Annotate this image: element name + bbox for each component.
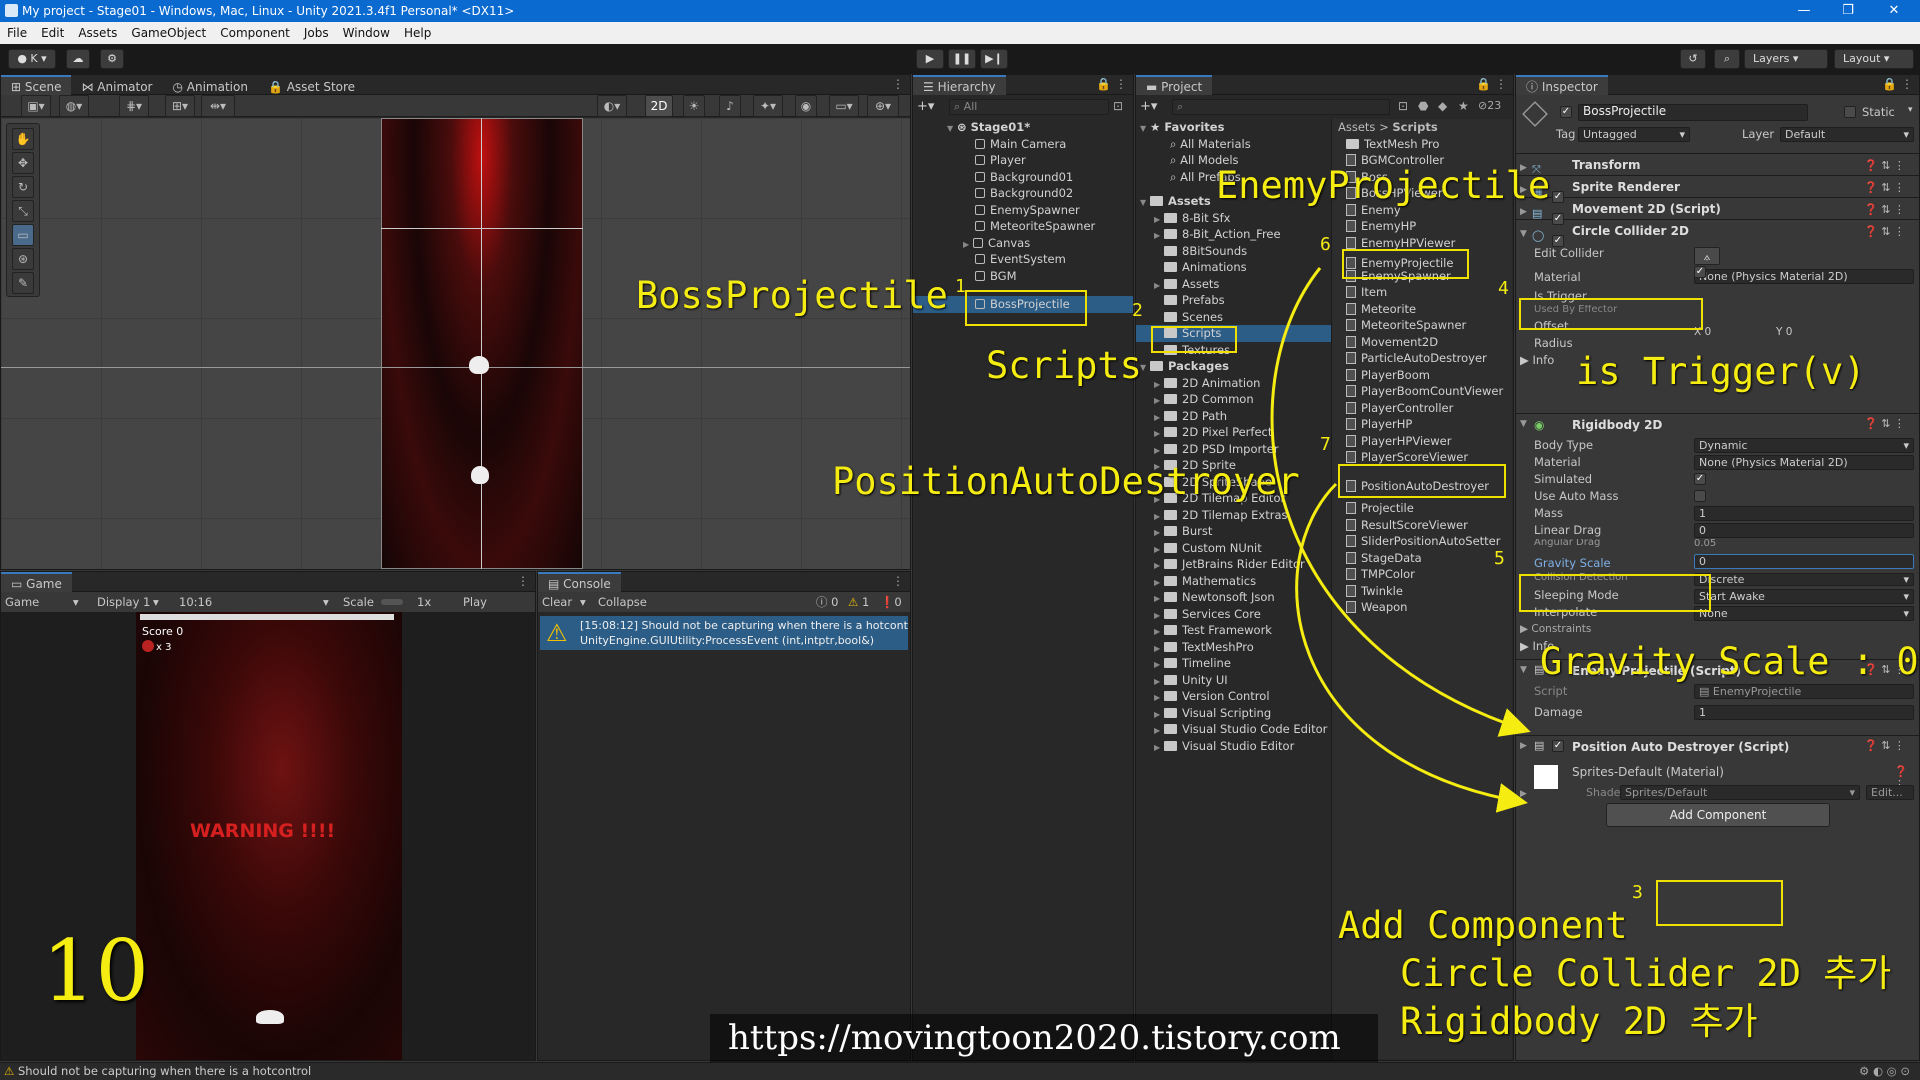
arrow-enemyprojectile [1270,267,1531,737]
annotation-arrows [1270,267,1531,813]
arrow-positionautodestroyer [1295,482,1528,813]
